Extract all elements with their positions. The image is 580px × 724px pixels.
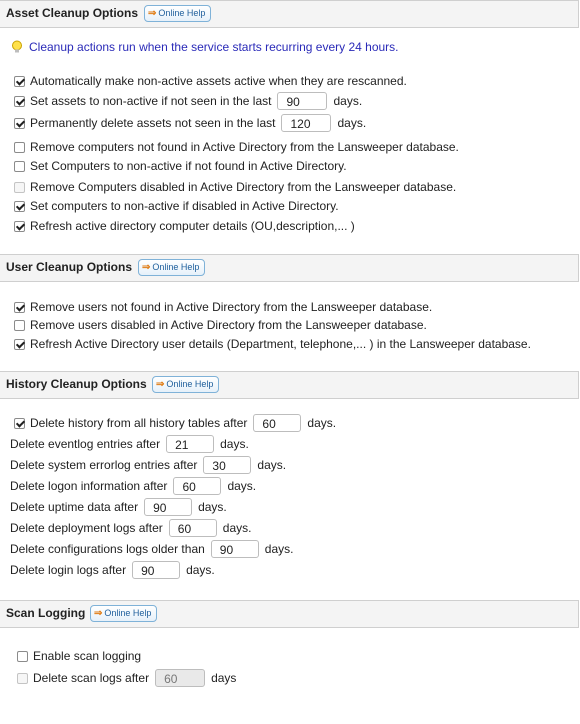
enable-scan-logging-checkbox[interactable] <box>17 650 28 662</box>
option-remove-users-not-in-ad: Remove users not found in Active Directo… <box>14 297 432 317</box>
login-label: Delete login logs after <box>10 563 127 577</box>
days-label: days. <box>222 521 252 535</box>
option-delete-not-seen: Permanently delete assets not seen in th… <box>14 113 366 133</box>
user-cleanup-online-help-button[interactable]: ⇒ Online Help <box>138 259 206 276</box>
option-refresh-ad-user: Refresh Active Directory user details (D… <box>14 334 531 354</box>
days-label: days. <box>333 94 363 108</box>
option-non-active-not-in-ad: Set Computers to non-active if not found… <box>14 156 347 176</box>
arrow-icon: ⇒ <box>94 608 103 619</box>
option-delete-all-history: Delete history from all history tables a… <box>14 413 336 433</box>
history-row-login: Delete login logs after 90 days. <box>10 560 215 580</box>
delete-all-history-days-input[interactable]: 60 <box>253 414 302 432</box>
remove-not-in-ad-label: Remove computers not found in Active Dir… <box>30 140 459 154</box>
errorlog-days-input[interactable]: 30 <box>203 456 252 474</box>
cleanup-info-text: Cleanup actions run when the service sta… <box>29 40 399 54</box>
delete-not-seen-checkbox[interactable] <box>14 117 25 129</box>
logon-days-input[interactable]: 60 <box>173 477 222 495</box>
days-label: days. <box>227 479 257 493</box>
option-delete-scan-logs: Delete scan logs after 60 days <box>17 668 236 688</box>
history-cleanup-title: History Cleanup Options <box>6 377 147 391</box>
history-row-eventlog: Delete eventlog entries after 21 days. <box>10 434 249 454</box>
refresh-ad-user-label: Refresh Active Directory user details (D… <box>30 337 531 351</box>
history-row-configurations: Delete configurations logs older than 90… <box>10 539 293 559</box>
user-cleanup-title: User Cleanup Options <box>6 260 133 274</box>
delete-scan-logs-label: Delete scan logs after <box>33 671 150 685</box>
delete-all-history-checkbox[interactable] <box>14 417 25 429</box>
option-remove-not-in-ad: Remove computers not found in Active Dir… <box>14 137 459 157</box>
days-label: days. <box>198 500 227 514</box>
days-label: days <box>211 671 237 685</box>
option-remove-disabled-in-ad: Remove Computers disabled in Active Dire… <box>14 177 456 197</box>
scan-logging-online-help-button[interactable]: ⇒ Online Help <box>90 605 158 622</box>
days-label: days. <box>186 563 215 577</box>
user-cleanup-header: User Cleanup Options ⇒ Online Help <box>0 254 579 282</box>
delete-all-history-label: Delete history from all history tables a… <box>30 416 248 430</box>
history-row-errorlog: Delete system errorlog entries after 30 … <box>10 455 286 475</box>
login-days-input[interactable]: 90 <box>132 561 181 579</box>
remove-disabled-in-ad-label: Remove Computers disabled in Active Dire… <box>30 180 457 194</box>
refresh-ad-computer-label: Refresh active directory computer detail… <box>30 219 355 233</box>
lightbulb-icon <box>12 40 22 53</box>
remove-users-disabled-checkbox[interactable] <box>14 319 25 331</box>
non-active-not-in-ad-checkbox[interactable] <box>14 160 25 172</box>
delete-not-seen-label: Permanently delete assets not seen in th… <box>30 116 276 130</box>
option-remove-users-disabled: Remove users disabled in Active Director… <box>14 315 427 335</box>
scan-logging-header: Scan Logging ⇒ Online Help <box>0 600 579 628</box>
asset-cleanup-online-help-button[interactable]: ⇒ Online Help <box>144 5 212 22</box>
arrow-icon: ⇒ <box>156 379 165 390</box>
days-label: days. <box>257 458 287 472</box>
history-cleanup-online-help-button[interactable]: ⇒ Online Help <box>152 376 220 393</box>
remove-users-disabled-label: Remove users disabled in Active Director… <box>30 318 427 332</box>
days-label: days. <box>307 416 337 430</box>
uptime-days-input[interactable]: 90 <box>144 498 193 516</box>
enable-scan-logging-label: Enable scan logging <box>33 649 142 663</box>
configurations-label: Delete configurations logs older than <box>10 542 205 556</box>
logon-label: Delete logon information after <box>10 479 168 493</box>
option-auto-active: Automatically make non-active assets act… <box>14 71 407 91</box>
days-label: days. <box>220 437 249 451</box>
deployment-days-input[interactable]: 60 <box>168 519 217 537</box>
option-enable-scan-logging: Enable scan logging <box>17 646 141 666</box>
remove-disabled-in-ad-checkbox[interactable] <box>14 181 25 193</box>
arrow-icon: ⇒ <box>148 8 157 19</box>
errorlog-label: Delete system errorlog entries after <box>10 458 198 472</box>
option-non-active-not-seen: Set assets to non-active if not seen in … <box>14 91 362 111</box>
days-label: days. <box>337 116 367 130</box>
non-active-disabled-in-ad-label: Set computers to non-active if disabled … <box>30 199 339 213</box>
history-row-uptime: Delete uptime data after 90 days. <box>10 497 227 517</box>
cleanup-info: Cleanup actions run when the service sta… <box>10 40 399 54</box>
delete-scan-logs-days-input[interactable]: 60 <box>155 669 206 687</box>
asset-cleanup-title: Asset Cleanup Options <box>6 6 139 20</box>
configurations-days-input[interactable]: 90 <box>210 540 259 558</box>
scan-logging-title: Scan Logging <box>6 606 86 620</box>
remove-users-not-in-ad-label: Remove users not found in Active Directo… <box>30 300 433 314</box>
auto-active-label: Automatically make non-active assets act… <box>30 74 407 88</box>
history-cleanup-header: History Cleanup Options ⇒ Online Help <box>0 371 579 399</box>
delete-days-input[interactable]: 120 <box>281 114 332 132</box>
non-active-disabled-in-ad-checkbox[interactable] <box>14 200 25 212</box>
refresh-ad-computer-checkbox[interactable] <box>14 220 25 232</box>
history-row-deployment: Delete deployment logs after 60 days. <box>10 518 251 538</box>
asset-cleanup-header: Asset Cleanup Options ⇒ Online Help <box>0 0 579 28</box>
refresh-ad-user-checkbox[interactable] <box>14 338 25 350</box>
option-refresh-ad-computer: Refresh active directory computer detail… <box>14 216 355 236</box>
option-non-active-disabled-in-ad: Set computers to non-active if disabled … <box>14 196 339 216</box>
days-label: days. <box>264 542 294 556</box>
uptime-label: Delete uptime data after <box>10 500 139 514</box>
non-active-not-in-ad-label: Set Computers to non-active if not found… <box>30 159 347 173</box>
auto-active-checkbox[interactable] <box>14 75 25 87</box>
eventlog-label: Delete eventlog entries after <box>10 437 161 451</box>
non-active-days-input[interactable]: 90 <box>277 92 328 110</box>
delete-scan-logs-checkbox[interactable] <box>17 672 28 684</box>
deployment-label: Delete deployment logs after <box>10 521 163 535</box>
remove-not-in-ad-checkbox[interactable] <box>14 141 25 153</box>
history-row-logon: Delete logon information after 60 days. <box>10 476 256 496</box>
non-active-not-seen-checkbox[interactable] <box>14 95 25 107</box>
eventlog-days-input[interactable]: 21 <box>166 435 215 453</box>
remove-users-not-in-ad-checkbox[interactable] <box>14 301 25 313</box>
non-active-not-seen-label: Set assets to non-active if not seen in … <box>30 94 272 108</box>
arrow-icon: ⇒ <box>142 262 151 273</box>
